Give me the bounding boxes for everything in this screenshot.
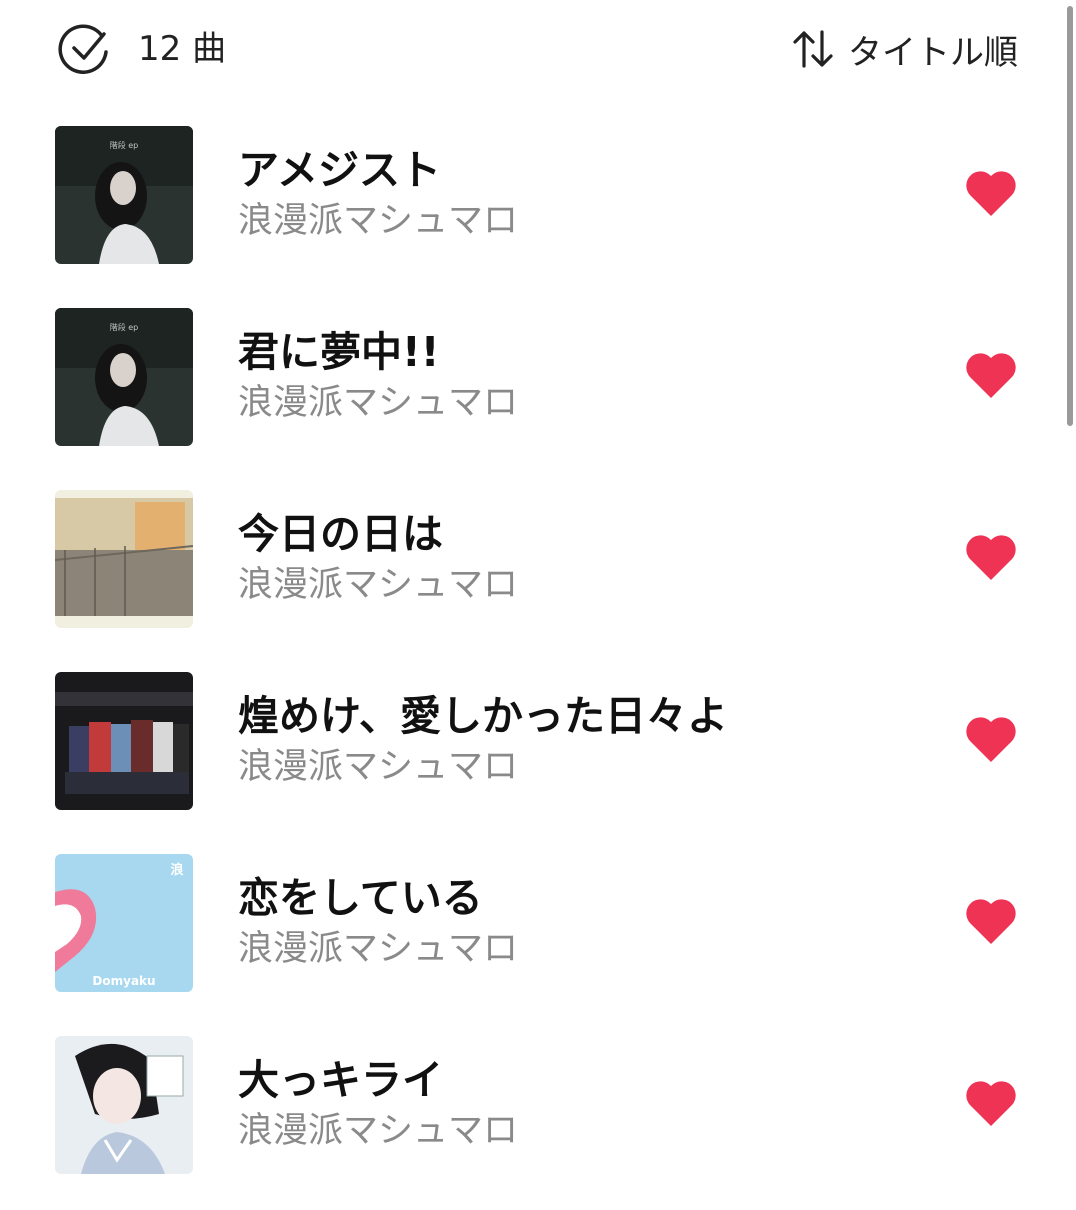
sort-label: タイトル順 <box>848 32 1018 73</box>
song-artist: 浪漫派マシュマロ <box>238 929 519 969</box>
album-art: 階段 ep <box>55 308 193 446</box>
heart-icon[interactable] <box>964 168 1018 218</box>
album-art <box>55 672 193 810</box>
song-title: 大っキライ <box>238 1056 443 1104</box>
song-count: 12 曲 <box>138 29 227 69</box>
song-row[interactable]: 階段 ep アメジスト 浪漫派マシュマロ <box>0 118 1076 300</box>
song-row[interactable]: 今日の日は 浪漫派マシュマロ <box>0 482 1076 664</box>
song-artist: 浪漫派マシュマロ <box>238 201 519 241</box>
song-title: 恋をしている <box>238 874 483 922</box>
heart-icon[interactable] <box>964 1078 1018 1128</box>
svg-text:浪: 浪 <box>170 862 183 878</box>
album-art <box>55 1036 193 1174</box>
song-title: アメジスト <box>238 146 441 194</box>
scrollbar[interactable] <box>1067 6 1073 426</box>
heart-icon[interactable] <box>964 532 1018 582</box>
song-artist: 浪漫派マシュマロ <box>238 747 519 787</box>
song-artist: 浪漫派マシュマロ <box>238 1111 519 1151</box>
cover-text: 階段 ep <box>110 322 139 332</box>
song-row[interactable]: 階段 ep 君に夢中!! 浪漫派マシュマロ <box>0 300 1076 482</box>
song-artist: 浪漫派マシュマロ <box>238 565 519 605</box>
song-title: 煌めけ、愛しかった日々よ <box>238 692 728 740</box>
album-art <box>55 490 193 628</box>
song-list: 階段 ep アメジスト 浪漫派マシュマロ 階段 ep 君に夢中!! 浪漫派マシュ… <box>0 118 1076 1210</box>
song-title: 君に夢中!! <box>238 328 440 376</box>
heart-icon[interactable] <box>964 896 1018 946</box>
song-row[interactable]: 煌めけ、愛しかった日々よ 浪漫派マシュマロ <box>0 664 1076 846</box>
sort-arrows-icon <box>793 30 833 68</box>
song-row[interactable]: 浪 Domyaku 恋をしている 浪漫派マシュマロ <box>0 846 1076 1028</box>
song-title: 今日の日は <box>238 510 443 558</box>
sort-button[interactable]: タイトル順 <box>790 22 1018 76</box>
cover-text: 階段 ep <box>110 140 139 150</box>
heart-icon[interactable] <box>964 714 1018 764</box>
song-row[interactable]: 大っキライ 浪漫派マシュマロ <box>0 1028 1076 1210</box>
album-art: 浪 Domyaku <box>55 854 193 992</box>
song-artist: 浪漫派マシュマロ <box>238 383 519 423</box>
album-art: 階段 ep <box>55 126 193 264</box>
heart-icon[interactable] <box>964 350 1018 400</box>
list-header: 12 曲 タイトル順 <box>0 0 1076 100</box>
cover-text: Domyaku <box>92 974 155 988</box>
check-circle-icon[interactable] <box>58 22 112 76</box>
